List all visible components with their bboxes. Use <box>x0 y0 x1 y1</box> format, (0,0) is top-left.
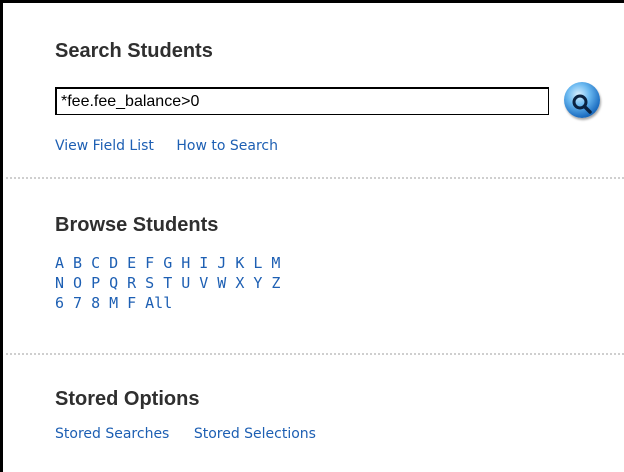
browse-letter-row: NOPQRSTUVWXYZ <box>55 273 289 293</box>
browse-letter-link[interactable]: Q <box>109 273 118 293</box>
browse-letter-link[interactable]: 8 <box>91 293 100 313</box>
browse-section: Browse Students ABCDEFGHIJKLMNOPQRSTUVWX… <box>55 213 624 312</box>
browse-title: Browse Students <box>55 214 219 236</box>
browse-letter-link[interactable]: L <box>253 253 262 273</box>
browse-letter-link[interactable]: F <box>145 253 154 273</box>
browse-letter-link[interactable]: P <box>91 273 100 293</box>
browse-letter-link[interactable]: F <box>127 293 136 313</box>
search-section: Search Students View Field List How to S… <box>55 39 624 154</box>
browse-letter-link[interactable]: W <box>217 273 226 293</box>
browse-letter-link[interactable]: O <box>73 273 82 293</box>
browse-letter-link[interactable]: R <box>127 273 136 293</box>
browse-letter-link[interactable]: E <box>127 253 136 273</box>
stored-title: Stored Options <box>55 388 200 410</box>
browse-letter-link[interactable]: 6 <box>55 293 64 313</box>
browse-letter-link[interactable]: All <box>145 293 172 313</box>
browse-letter-link[interactable]: G <box>163 253 172 273</box>
section-divider <box>6 177 624 179</box>
search-row <box>55 82 600 123</box>
search-input[interactable] <box>55 87 549 115</box>
browse-letter-grid: A B C D E F G H I J K L M N O P Q R S T U V W X Y Z 6 7 8 M F All <box>55 253 289 313</box>
browse-letter-link[interactable]: T <box>163 273 172 293</box>
magnifier-icon <box>572 94 592 114</box>
stored-selections-link[interactable]: Stored Selections <box>194 426 316 442</box>
browse-letter-link[interactable]: N <box>55 273 64 293</box>
browse-letter-link[interactable]: X <box>235 273 244 293</box>
browse-letter-link[interactable]: Z <box>271 273 280 293</box>
how-to-search-link[interactable]: How to Search <box>176 138 278 154</box>
search-title: Search Students <box>55 40 213 62</box>
browse-letter-link[interactable]: Y <box>253 273 262 293</box>
browse-letter-link[interactable]: U <box>181 273 190 293</box>
browse-letter-link[interactable]: D <box>109 253 118 273</box>
browse-letter-link[interactable]: S <box>145 273 154 293</box>
browse-letter-link[interactable]: V <box>199 273 208 293</box>
section-divider <box>6 353 624 355</box>
browse-letter-link[interactable]: K <box>235 253 244 273</box>
browse-letter-link[interactable]: J <box>217 253 226 273</box>
stored-searches-link[interactable]: Stored Searches <box>55 426 169 442</box>
search-button[interactable] <box>564 82 600 118</box>
browse-letter-link[interactable]: M <box>271 253 280 273</box>
stored-section: Stored Options Stored Searches Stored Se… <box>55 387 624 442</box>
browse-letter-row: ABCDEFGHIJKLM <box>55 253 289 273</box>
browse-letter-link[interactable]: B <box>73 253 82 273</box>
stored-links: Stored Searches Stored Selections <box>55 425 336 443</box>
browse-letter-link[interactable]: H <box>181 253 190 273</box>
browse-letter-link[interactable]: I <box>199 253 208 273</box>
search-panel: Search Students View Field List How to S… <box>0 0 624 472</box>
browse-letter-link[interactable]: M <box>109 293 118 313</box>
browse-letter-link[interactable]: 7 <box>73 293 82 313</box>
browse-letter-row: 6 7 8 M F All <box>55 293 289 313</box>
browse-letter-link[interactable]: A <box>55 253 64 273</box>
search-links: View Field List How to Search <box>55 137 296 155</box>
browse-letter-link[interactable]: C <box>91 253 100 273</box>
view-field-list-link[interactable]: View Field List <box>55 138 154 154</box>
